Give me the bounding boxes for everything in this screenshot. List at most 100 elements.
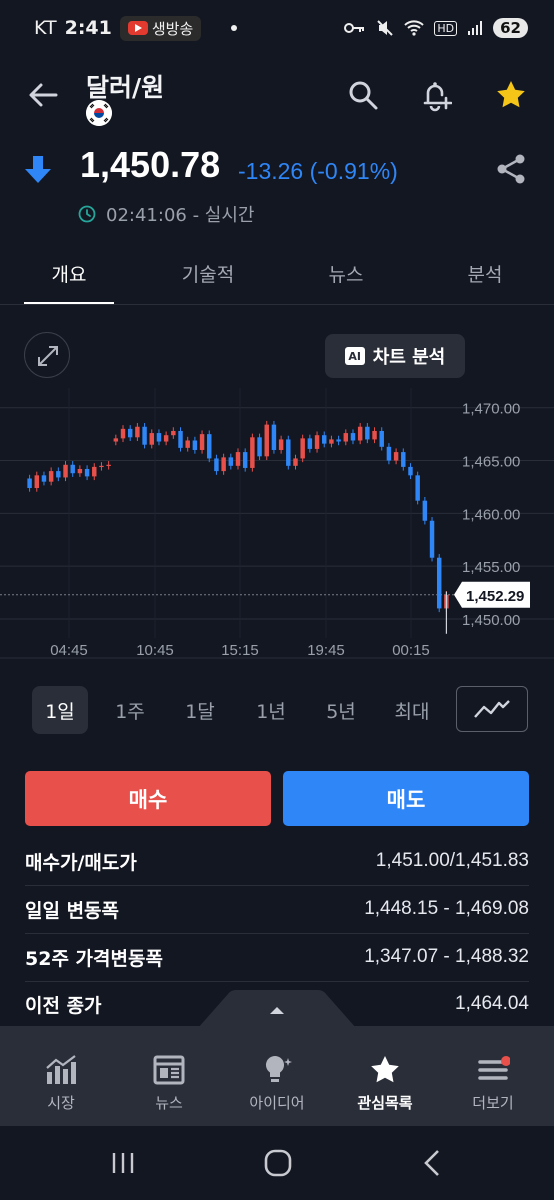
nav-item-news[interactable]: 뉴스: [124, 1054, 214, 1113]
news-icon: [153, 1055, 185, 1085]
system-nav-bar: [0, 1126, 554, 1200]
youtube-icon: [127, 21, 148, 35]
clock-icon: [78, 205, 96, 223]
price-change: -13.26 (-0.91%): [238, 158, 398, 184]
menu-icon: [478, 1056, 510, 1080]
chart-canvas[interactable]: 1,470.00 1,465.00 1,460.00 1,455.00 1,450.00…: [0, 388, 554, 668]
tab-news[interactable]: 뉴스: [301, 260, 391, 287]
period-1w[interactable]: 1주: [102, 686, 158, 734]
network-badge: HD: [434, 20, 458, 36]
status-bar: KT 2:41 생방송 HD 62: [0, 0, 554, 56]
stat-label: 52주 가격변동폭: [25, 947, 163, 970]
stat-label: 일일 변동폭: [25, 899, 120, 922]
tab-technical[interactable]: 기술적: [163, 260, 253, 287]
battery-level: 62: [493, 18, 528, 38]
nav-label: 시장: [47, 1094, 75, 1112]
candle-body: [185, 440, 190, 448]
buy-button[interactable]: 매수: [25, 771, 271, 826]
recent-apps-icon[interactable]: [110, 1150, 136, 1176]
candle-body: [56, 471, 61, 478]
live-chip: 생방송: [119, 15, 202, 41]
candle-body: [300, 438, 305, 459]
back-nav-icon[interactable]: [420, 1148, 446, 1178]
x-tick-label: 04:45: [50, 642, 88, 659]
candle-body: [192, 440, 198, 450]
notification-dot-icon: [231, 25, 238, 31]
ai-icon: AI: [344, 347, 365, 365]
y-tick-label: 1,470.00: [462, 401, 520, 418]
add-alert-icon[interactable]: [418, 78, 452, 112]
tab-overview[interactable]: 개요: [24, 260, 114, 287]
candle-body: [77, 468, 83, 474]
candle-body: [156, 433, 162, 442]
wifi-icon: [404, 20, 425, 36]
last-price-tag: 1,452.29: [454, 581, 530, 608]
candle-body: [357, 426, 363, 441]
price-chart[interactable]: 1,470.00 1,465.00 1,460.00 1,455.00 1,450.00…: [0, 388, 554, 668]
candle-body: [228, 457, 234, 466]
period-1m[interactable]: 1달: [172, 686, 228, 734]
period-selector: 1일 1주 1달 1년 5년 최대: [0, 686, 554, 736]
ai-chart-analysis-button[interactable]: AI 차트 분석: [325, 334, 465, 378]
candle-body: [171, 430, 176, 436]
candle-body: [163, 435, 169, 442]
period-1y[interactable]: 1년: [243, 686, 299, 734]
period-1d[interactable]: 1일: [32, 686, 88, 734]
nav-label: 아이디어: [249, 1094, 305, 1112]
stat-row-day-range: 일일 변동폭 1,448.15 - 1,469.08: [25, 885, 529, 933]
back-arrow-icon[interactable]: [26, 78, 60, 112]
lightbulb-icon: [265, 1056, 292, 1082]
share-icon[interactable]: [494, 152, 528, 186]
stat-value: 1,464.04: [455, 993, 529, 1014]
candle-body: [415, 475, 420, 501]
candle-body: [271, 424, 277, 450]
sheet-expand-handle[interactable]: [198, 990, 356, 1028]
period-5y[interactable]: 5년: [313, 686, 369, 734]
app-header: 달러/원: [0, 60, 554, 136]
chart-type-toggle[interactable]: [456, 686, 528, 732]
candle-body: [379, 430, 384, 447]
candle-body: [235, 452, 241, 466]
home-icon[interactable]: [263, 1148, 293, 1178]
search-icon[interactable]: [346, 78, 380, 112]
candle-body: [393, 452, 399, 461]
korea-flag-icon: [86, 100, 112, 126]
candle-body: [48, 471, 54, 482]
candle-body: [178, 430, 183, 448]
y-tick-label: 1,450.00: [462, 612, 520, 629]
nav-item-more[interactable]: 더보기: [448, 1054, 538, 1113]
x-tick-label: 15:15: [221, 642, 259, 659]
tab-analysis[interactable]: 분석: [440, 260, 530, 287]
candle-body: [314, 435, 320, 449]
candle-body: [106, 464, 111, 466]
candle-body: [84, 468, 90, 477]
candle-body: [422, 500, 428, 521]
candle-body: [436, 557, 442, 609]
stat-row-bid-ask: 매수가/매도가 1,451.00/1,451.83: [25, 837, 529, 885]
down-arrow-icon: [25, 156, 51, 183]
carrier-label: KT: [34, 17, 57, 39]
period-max[interactable]: 최대: [384, 686, 440, 734]
candle-body: [264, 424, 269, 457]
candle-body: [113, 438, 119, 442]
candle-body: [207, 434, 212, 459]
candle-body: [221, 457, 226, 472]
line-chart-icon: [474, 700, 510, 718]
candle-body: [242, 452, 248, 468]
nav-item-ideas[interactable]: 아이디어: [232, 1054, 322, 1113]
star-icon[interactable]: [494, 78, 528, 112]
nav-item-watchlist[interactable]: 관심목록: [340, 1054, 430, 1113]
candle-body: [343, 433, 349, 442]
sell-button[interactable]: 매도: [283, 771, 529, 826]
candle-body: [372, 430, 377, 440]
candle-body: [401, 452, 406, 467]
fullscreen-button[interactable]: [24, 332, 70, 378]
candle-body: [350, 433, 356, 441]
candle-body: [92, 466, 97, 477]
current-price: 1,450.78: [80, 144, 221, 185]
nav-item-market[interactable]: 시장: [16, 1054, 106, 1113]
x-tick-label: 00:15: [392, 642, 430, 659]
stat-value: 1,347.07 - 1,488.32: [364, 946, 529, 967]
candle-body: [34, 475, 40, 489]
candle-body: [63, 464, 68, 478]
